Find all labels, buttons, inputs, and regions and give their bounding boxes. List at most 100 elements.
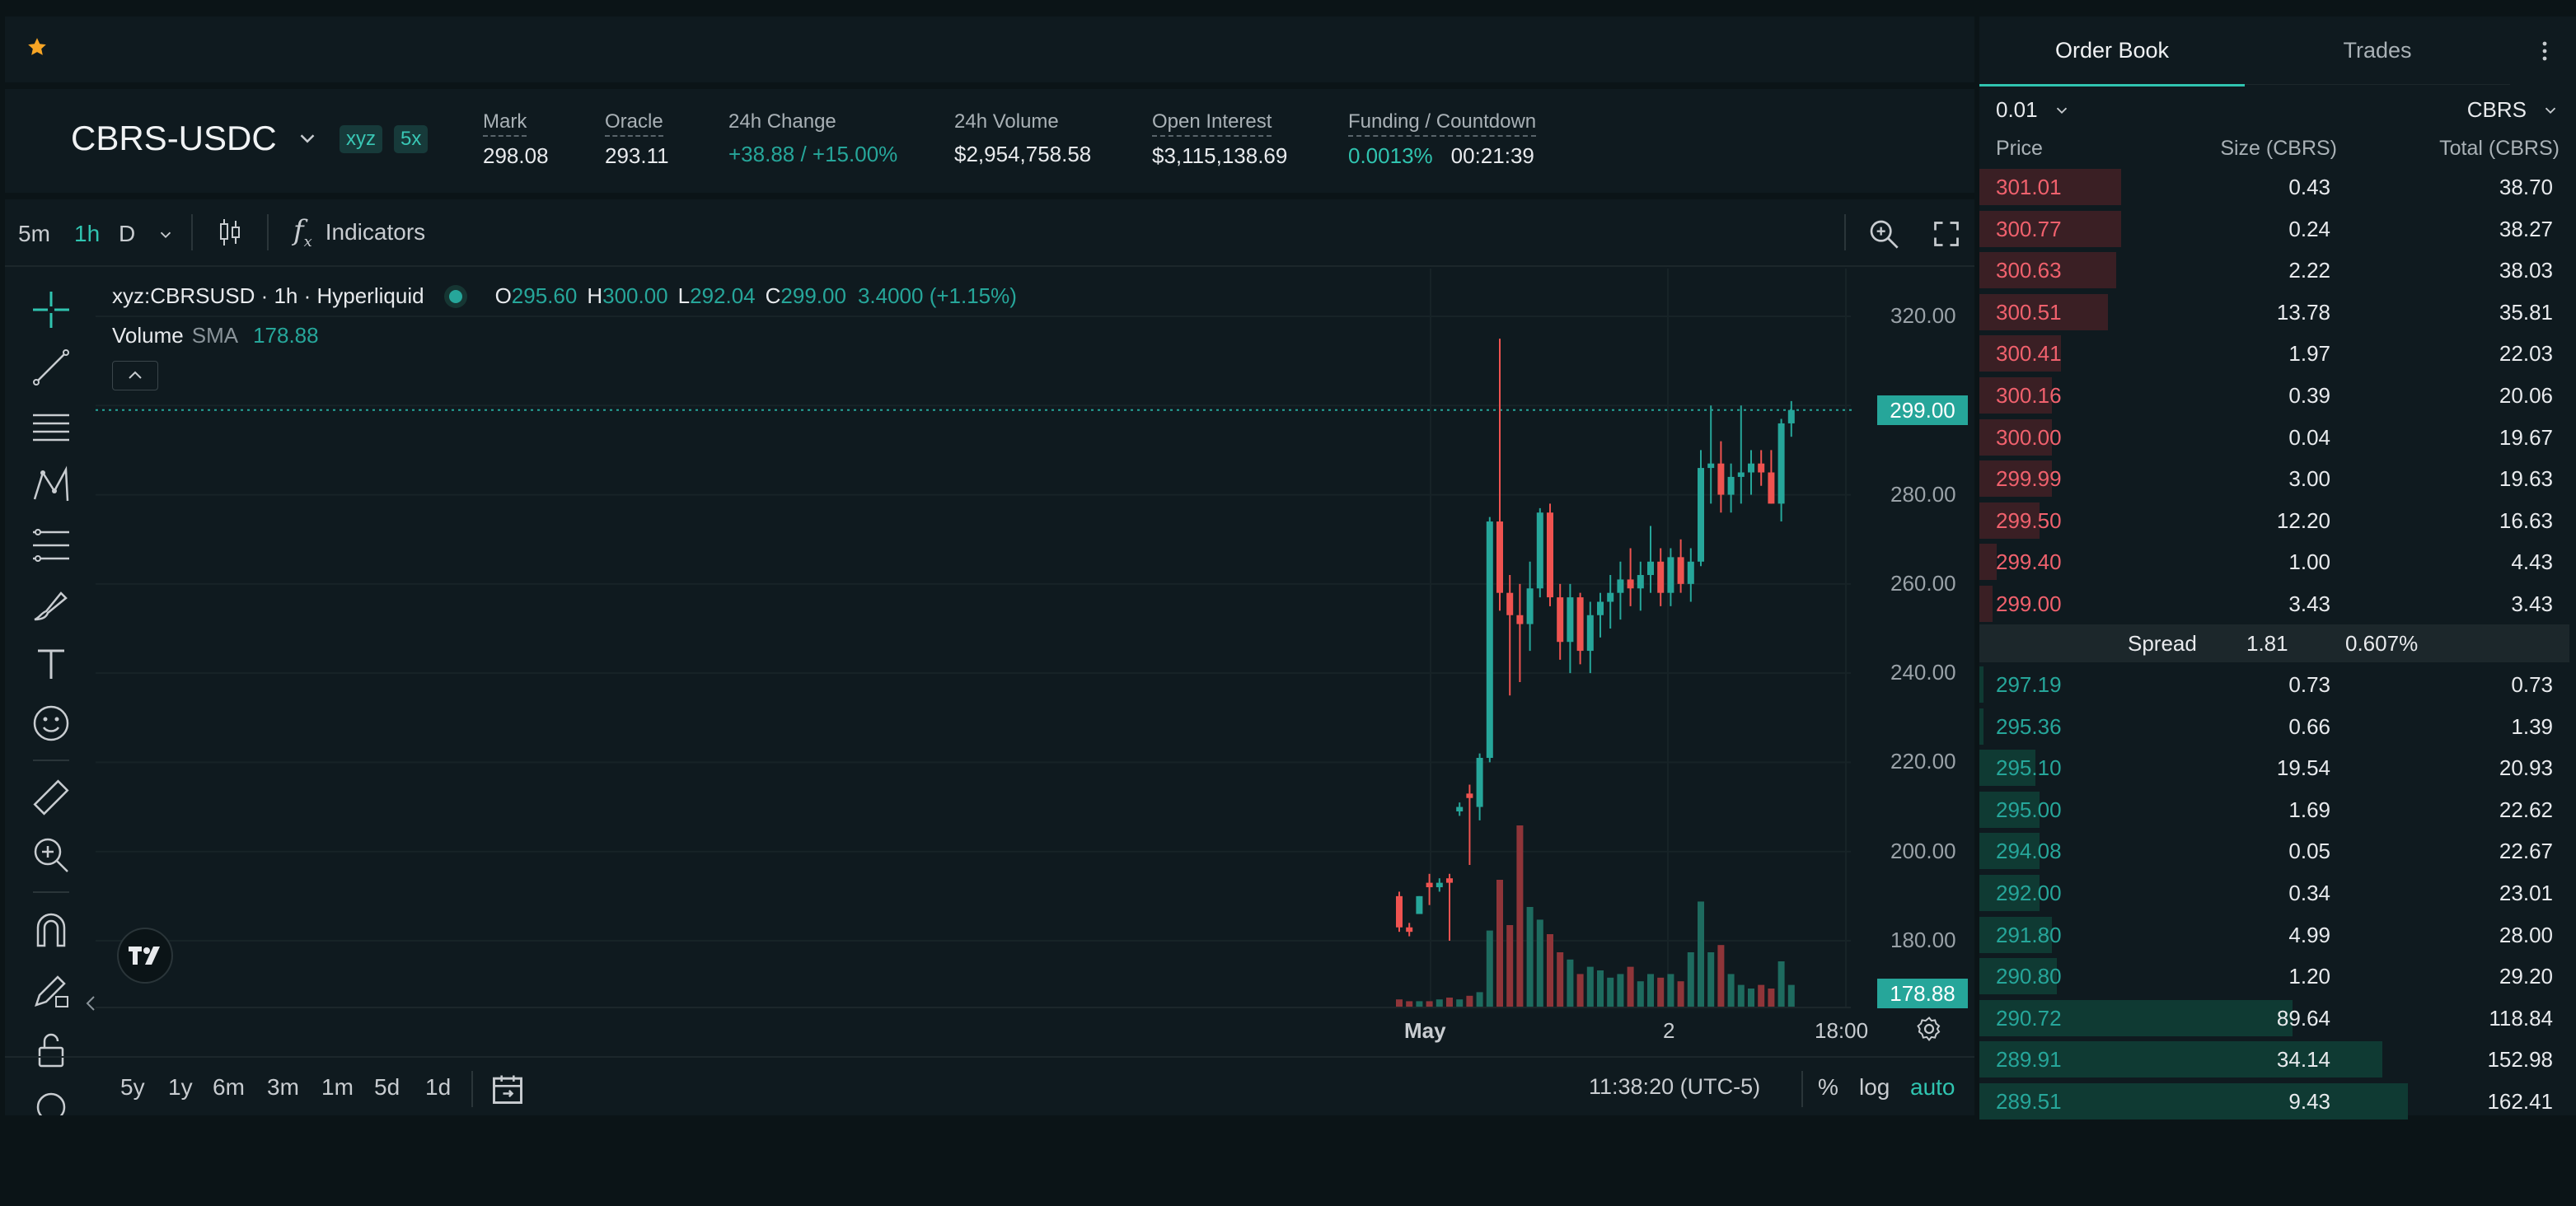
candles-icon[interactable] xyxy=(216,217,244,247)
emoji-icon[interactable] xyxy=(30,702,73,745)
volume-bar xyxy=(1466,995,1473,1007)
chevron-down-icon[interactable] xyxy=(157,226,175,244)
chevron-down-icon xyxy=(300,134,315,143)
bid-row[interactable]: 297.19 0.73 0.73 xyxy=(1979,664,2569,705)
candle-body xyxy=(1758,463,1765,473)
volume-bar xyxy=(1426,1001,1433,1007)
horizontal-lines-icon[interactable] xyxy=(30,405,73,448)
row-price: 290.80 xyxy=(1996,964,2062,989)
ask-row[interactable]: 300.00 0.04 19.67 xyxy=(1979,417,2569,458)
range-6m[interactable]: 6m xyxy=(213,1074,245,1101)
ask-row[interactable]: 299.00 3.43 3.43 xyxy=(1979,583,2569,624)
tab-orderbook[interactable]: Order Book xyxy=(1979,16,2245,86)
brush-icon[interactable] xyxy=(30,583,73,626)
stat-oracle-label[interactable]: Oracle xyxy=(605,110,663,137)
toolbar-divider xyxy=(1844,214,1846,250)
ask-row[interactable]: 299.50 12.20 16.63 xyxy=(1979,500,2569,541)
ask-row[interactable]: 301.01 0.43 38.70 xyxy=(1979,166,2569,208)
stat-oracle-value: 293.11 xyxy=(605,143,669,168)
spread-pct: 0.607% xyxy=(2345,631,2419,656)
ask-row[interactable]: 300.41 1.97 22.03 xyxy=(1979,333,2569,374)
candle-body xyxy=(1627,579,1634,589)
range-5y[interactable]: 5y xyxy=(120,1074,145,1101)
stat-mark-label[interactable]: Mark xyxy=(483,110,527,137)
edit-lock-icon[interactable] xyxy=(30,969,73,1012)
row-total: 29.20 xyxy=(2499,964,2553,989)
bid-row[interactable]: 292.00 0.34 23.01 xyxy=(1979,872,2569,914)
candle-body xyxy=(1687,561,1694,584)
candle-body xyxy=(1446,878,1453,883)
ask-row[interactable]: 300.51 13.78 35.81 xyxy=(1979,292,2569,333)
col-total: Total (CBRS) xyxy=(2439,137,2560,160)
bid-row[interactable]: 295.36 0.66 1.39 xyxy=(1979,706,2569,747)
volume-bar xyxy=(1647,974,1654,1007)
bid-row[interactable]: 295.10 19.54 20.93 xyxy=(1979,747,2569,788)
percent-toggle[interactable]: % xyxy=(1818,1074,1838,1101)
range-1y[interactable]: 1y xyxy=(168,1074,193,1101)
lock-icon[interactable] xyxy=(30,1028,73,1071)
star-icon[interactable] xyxy=(26,36,48,58)
row-total: 20.06 xyxy=(2499,383,2553,408)
row-price: 289.51 xyxy=(1996,1089,2062,1114)
range-5d[interactable]: 5d xyxy=(374,1074,400,1101)
bid-row[interactable]: 294.08 0.05 22.67 xyxy=(1979,830,2569,872)
bid-row[interactable]: 291.80 4.99 28.00 xyxy=(1979,914,2569,956)
more-vertical-icon[interactable] xyxy=(2536,40,2553,63)
zoom-in-icon[interactable] xyxy=(30,834,73,876)
row-total: 19.67 xyxy=(2499,424,2553,450)
indicators-button[interactable]: fx Indicators xyxy=(293,214,425,250)
interval-d[interactable]: D xyxy=(119,221,135,247)
zoom-search-icon[interactable] xyxy=(1867,217,1900,250)
time-label-may: May xyxy=(1404,1018,1446,1043)
range-1d[interactable]: 1d xyxy=(425,1074,451,1101)
candle-body xyxy=(1748,463,1754,473)
magnet-icon[interactable] xyxy=(30,909,73,952)
row-total: 118.84 xyxy=(2489,1005,2553,1031)
auto-toggle[interactable]: auto xyxy=(1910,1074,1955,1101)
fib-icon[interactable] xyxy=(30,524,73,567)
leverage-badge[interactable]: 5x xyxy=(394,125,429,153)
text-icon[interactable] xyxy=(30,643,73,685)
volume-bar xyxy=(1687,952,1694,1007)
crosshair-icon[interactable] xyxy=(30,288,73,331)
log-toggle[interactable]: log xyxy=(1859,1074,1890,1101)
price-chart[interactable] xyxy=(96,269,1852,1206)
unit-select[interactable]: CBRS xyxy=(2467,97,2560,123)
candle-body xyxy=(1737,472,1745,477)
bid-row[interactable]: 290.72 89.64 118.84 xyxy=(1979,998,2569,1039)
candle-body xyxy=(1717,463,1725,495)
interval-5m[interactable]: 5m xyxy=(18,221,50,247)
toolbar-divider xyxy=(191,214,193,250)
stat-funding-label[interactable]: Funding / Countdown xyxy=(1348,110,1537,137)
calendar-range-icon[interactable] xyxy=(489,1071,526,1107)
pattern-icon[interactable] xyxy=(30,465,73,507)
ask-row[interactable]: 299.99 3.00 19.63 xyxy=(1979,458,2569,499)
range-1m[interactable]: 1m xyxy=(321,1074,354,1101)
eye-icon[interactable] xyxy=(30,1086,73,1115)
bid-row[interactable]: 289.91 34.14 152.98 xyxy=(1979,1039,2569,1080)
bid-row[interactable]: 289.51 9.43 162.41 xyxy=(1979,1081,2569,1122)
stat-open-interest-label[interactable]: Open Interest xyxy=(1152,110,1272,137)
bid-row[interactable]: 295.00 1.69 22.62 xyxy=(1979,789,2569,830)
stat-24h-volume: 24h Volume $2,954,758.58 xyxy=(954,110,1091,167)
tab-trades[interactable]: Trades xyxy=(2245,16,2510,85)
bid-row[interactable]: 290.80 1.20 29.20 xyxy=(1979,956,2569,997)
fullscreen-icon[interactable] xyxy=(1932,219,1961,249)
volume-bar xyxy=(1657,977,1665,1007)
volume-bar xyxy=(1677,981,1684,1007)
pair-selector[interactable]: CBRS-USDC xyxy=(71,119,320,158)
ask-row[interactable]: 299.40 1.00 4.43 xyxy=(1979,541,2569,582)
interval-1h[interactable]: 1h xyxy=(74,221,100,247)
clock[interactable]: 11:38:20 (UTC-5) xyxy=(1589,1074,1760,1100)
ask-row[interactable]: 300.16 0.39 20.06 xyxy=(1979,375,2569,416)
tick-size-select[interactable]: 0.01 xyxy=(1996,97,2071,123)
ruler-icon[interactable] xyxy=(30,776,73,819)
candle-body xyxy=(1777,423,1785,504)
ask-row[interactable]: 300.63 2.22 38.03 xyxy=(1979,250,2569,291)
trend-line-icon[interactable] xyxy=(30,346,73,389)
range-3m[interactable]: 3m xyxy=(267,1074,299,1101)
volume-bar xyxy=(1787,984,1795,1007)
settings-gear-icon[interactable] xyxy=(1915,1015,1943,1043)
tradingview-logo[interactable] xyxy=(119,929,171,982)
ask-row[interactable]: 300.77 0.24 38.27 xyxy=(1979,208,2569,250)
